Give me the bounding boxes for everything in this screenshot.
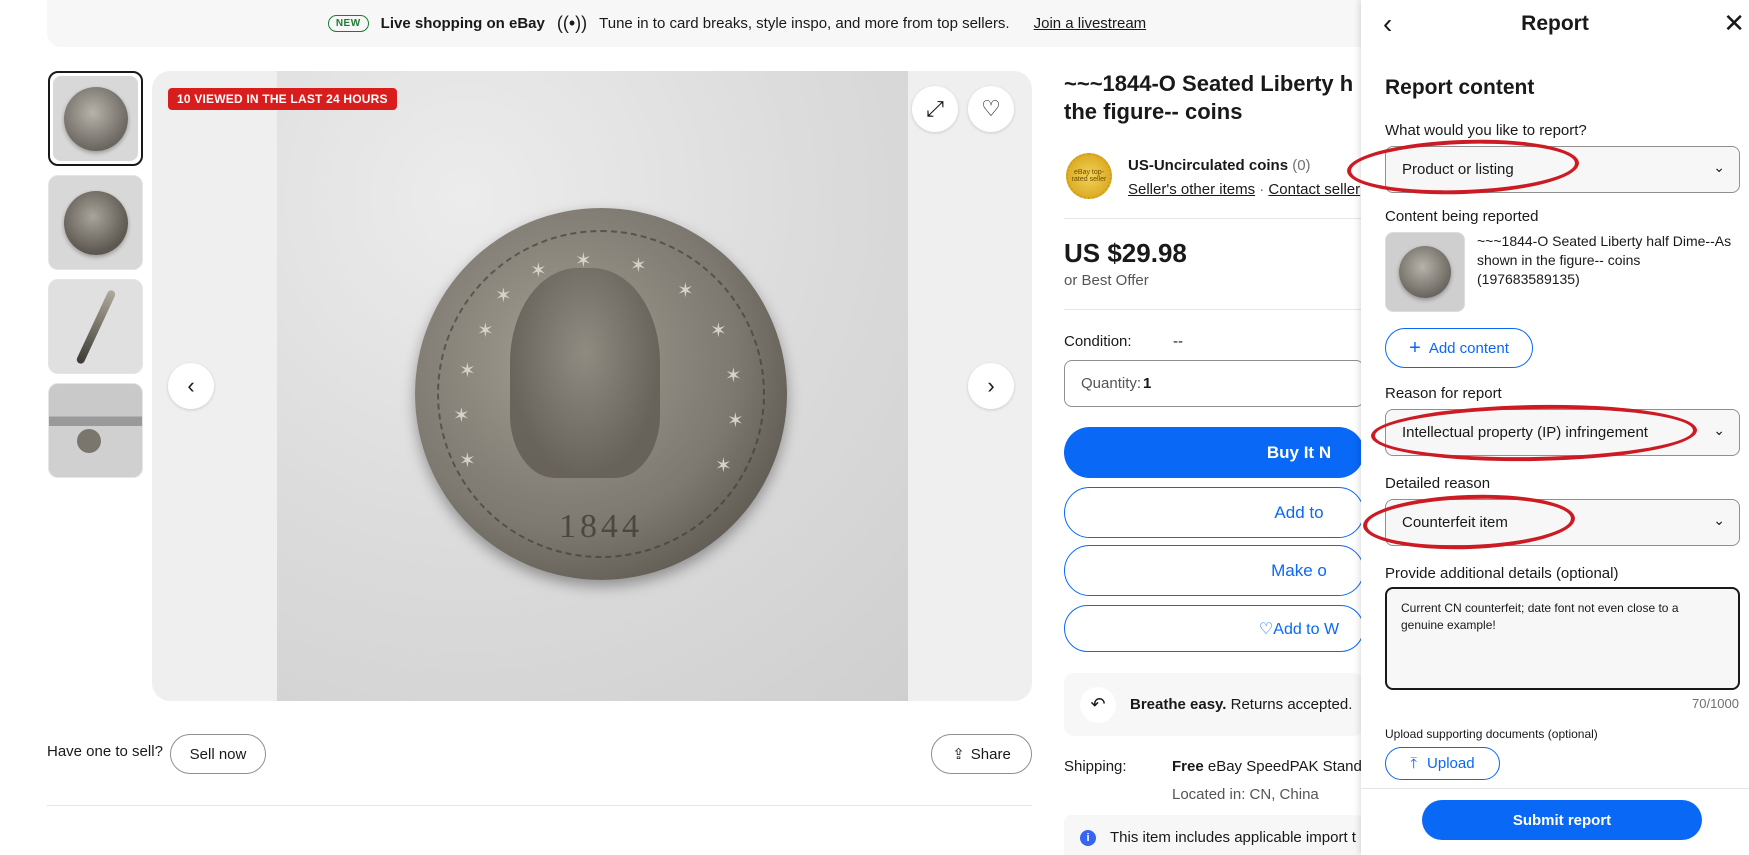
share-button[interactable]: ⇪ Share bbox=[931, 734, 1032, 774]
new-badge: NEW bbox=[327, 15, 369, 32]
chevron-down-icon: ⌄ bbox=[1713, 512, 1725, 528]
reason-for-report-label: Reason for report bbox=[1385, 385, 1502, 402]
chevron-down-icon: ⌄ bbox=[1713, 422, 1725, 438]
share-label: Share bbox=[970, 745, 1011, 763]
upload-button[interactable]: ⤒ Upload bbox=[1385, 747, 1500, 780]
report-panel: ‹ Report ✕ Report content What would you… bbox=[1346, 0, 1749, 855]
report-content-heading: Report content bbox=[1385, 76, 1535, 99]
top-rated-seller-badge: eBay top-rated seller bbox=[1066, 153, 1112, 199]
divider bbox=[1064, 218, 1364, 219]
contact-seller-link[interactable]: Contact seller bbox=[1268, 181, 1360, 198]
thumbnail-image bbox=[49, 176, 142, 269]
heart-icon[interactable]: ♡ bbox=[968, 86, 1014, 132]
best-offer-text: or Best Offer bbox=[1064, 272, 1149, 289]
chevron-right-icon[interactable]: › bbox=[968, 363, 1014, 409]
shipping-value: Free eBay SpeedPAK Standa bbox=[1172, 758, 1371, 775]
thumbnail-4[interactable] bbox=[48, 383, 143, 478]
plus-icon: + bbox=[1409, 336, 1421, 359]
add-to-watchlist-button[interactable]: ♡Add to W bbox=[1064, 605, 1364, 652]
price: US $29.98 bbox=[1064, 238, 1187, 268]
content-being-reported-label: Content being reported bbox=[1385, 208, 1539, 225]
shipping-label: Shipping: bbox=[1064, 758, 1127, 775]
make-offer-button[interactable]: Make o bbox=[1064, 545, 1364, 596]
sell-now-label: Sell now bbox=[189, 745, 247, 763]
condition-value: -- bbox=[1173, 333, 1183, 350]
viewed-badge: 10 VIEWED IN THE LAST 24 HOURS bbox=[168, 88, 397, 110]
broadcast-icon: ((•)) bbox=[556, 13, 588, 33]
banner-text: Tune in to card breaks, style inspo, and… bbox=[599, 15, 1010, 32]
thumbnail-image bbox=[49, 384, 142, 477]
banner-title: Live shopping on eBay bbox=[380, 15, 545, 32]
import-info: i This item includes applicable import t bbox=[1064, 815, 1364, 855]
main-image-viewer[interactable]: ✶ ✶ ✶ ✶ ✶ ✶ ✶ ✶ ✶ ✶ ✶ ✶ ✶ 1844 10 VIEWED… bbox=[152, 71, 1032, 701]
info-icon: i bbox=[1080, 829, 1096, 846]
report-panel-title: Report bbox=[1521, 12, 1589, 35]
additional-details-label: Provide additional details (optional) bbox=[1385, 565, 1619, 582]
thumbnail-1[interactable] bbox=[48, 71, 143, 166]
close-icon[interactable]: ✕ bbox=[1723, 8, 1745, 39]
add-content-button[interactable]: + Add content bbox=[1385, 328, 1533, 368]
coin-date: 1844 bbox=[559, 508, 643, 545]
heart-icon: ♡ bbox=[1258, 620, 1274, 638]
character-counter: 70/1000 bbox=[1692, 696, 1739, 711]
join-livestream-link[interactable]: Join a livestream bbox=[1034, 15, 1147, 32]
what-to-report-label: What would you like to report? bbox=[1385, 122, 1587, 139]
divider bbox=[1064, 309, 1364, 310]
seller-other-items-link[interactable]: Seller's other items bbox=[1128, 181, 1255, 198]
share-icon: ⇪ bbox=[952, 746, 965, 763]
seller-feedback-count: (0) bbox=[1292, 157, 1311, 174]
additional-details-textarea[interactable]: Current CN counterfeit; date font not ev… bbox=[1385, 587, 1740, 690]
upload-icon: ⤒ bbox=[1410, 755, 1418, 772]
have-one-to-sell-text: Have one to sell? bbox=[47, 743, 163, 760]
expand-icon[interactable]: ⤢ bbox=[912, 86, 958, 132]
return-arrow-icon: ↶ bbox=[1080, 686, 1116, 723]
thumbnail-2[interactable] bbox=[48, 175, 143, 270]
seller-name[interactable]: US-Uncirculated coins (0) bbox=[1128, 157, 1311, 174]
coin: ✶ ✶ ✶ ✶ ✶ ✶ ✶ ✶ ✶ ✶ ✶ ✶ ✶ 1844 bbox=[415, 208, 787, 580]
sell-now-button[interactable]: Sell now bbox=[170, 734, 266, 774]
chevron-left-icon[interactable]: ‹ bbox=[168, 363, 214, 409]
thumbnail-image bbox=[53, 76, 138, 161]
divider bbox=[1361, 788, 1749, 789]
reported-item-description: ~~~1844-O Seated Liberty half Dime--As s… bbox=[1477, 233, 1732, 287]
listing-title: ~~~1844-O Seated Liberty h the figure-- … bbox=[1064, 71, 1354, 124]
item-location: Located in: CN, China bbox=[1172, 786, 1319, 803]
quantity-field[interactable]: Quantity: 1 bbox=[1064, 360, 1364, 407]
live-shopping-banner: NEW Live shopping on eBay ((•)) Tune in … bbox=[47, 0, 1427, 47]
report-panel-header: ‹ Report ✕ bbox=[1361, 0, 1749, 48]
quantity-label: Quantity: bbox=[1081, 375, 1142, 392]
thumbnail-image bbox=[49, 280, 142, 373]
detailed-reason-label: Detailed reason bbox=[1385, 475, 1491, 492]
quantity-value: 1 bbox=[1143, 375, 1152, 392]
buy-it-now-button[interactable]: Buy It N bbox=[1064, 427, 1364, 478]
add-to-cart-button[interactable]: Add to bbox=[1064, 487, 1364, 538]
divider bbox=[47, 805, 1032, 806]
upload-documents-label: Upload supporting documents (optional) bbox=[1385, 727, 1598, 741]
thumbnail-3[interactable] bbox=[48, 279, 143, 374]
seller-links: Seller's other items · Contact seller bbox=[1128, 181, 1361, 198]
coin-photo: ✶ ✶ ✶ ✶ ✶ ✶ ✶ ✶ ✶ ✶ ✶ ✶ ✶ 1844 bbox=[277, 71, 908, 701]
reported-item-thumbnail bbox=[1385, 232, 1465, 312]
submit-report-button[interactable]: Submit report bbox=[1422, 800, 1702, 840]
returns-info: ↶ Breathe easy. Returns accepted. bbox=[1064, 673, 1364, 736]
condition-label: Condition: bbox=[1064, 333, 1132, 350]
chevron-down-icon: ⌄ bbox=[1713, 159, 1725, 175]
